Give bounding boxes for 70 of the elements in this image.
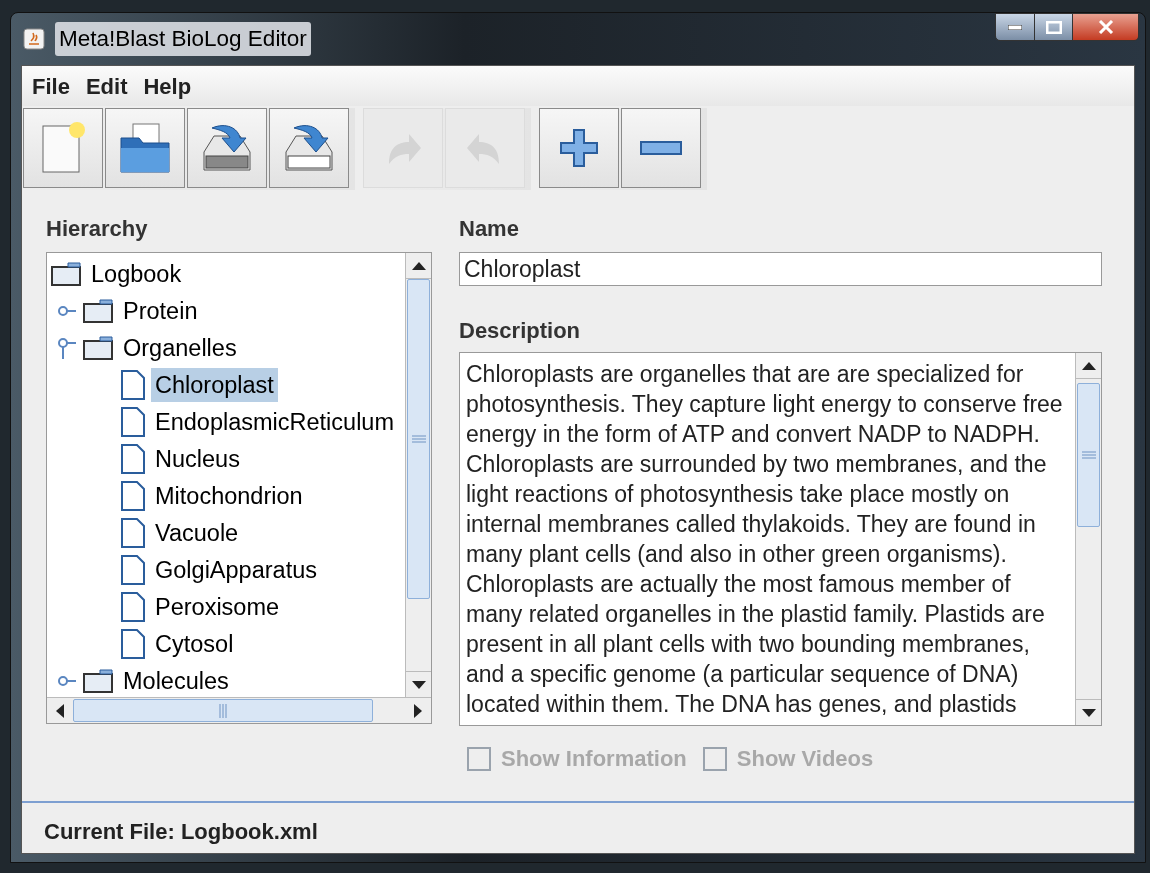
menu-item[interactable]: Edit (85, 69, 128, 103)
collapsed-handle-icon[interactable] (57, 674, 77, 687)
expanded-handle-icon[interactable] (57, 336, 77, 359)
menu-item[interactable]: File (32, 69, 70, 103)
folder-icon (83, 335, 113, 360)
down-arrow-icon[interactable] (1081, 708, 1096, 717)
vertical-scrollbar[interactable] (405, 253, 431, 697)
checkbox-label: Show Videos (736, 745, 874, 773)
close-button[interactable] (1073, 13, 1139, 41)
tree-item[interactable]: Protein (119, 293, 202, 328)
scroll-thumb[interactable] (1077, 383, 1100, 527)
toolbar-button[interactable] (187, 108, 267, 188)
document-icon (121, 554, 145, 585)
window-title: Meta!Blast BioLog Editor (55, 22, 311, 56)
menu-item[interactable]: Help (143, 69, 192, 103)
document-icon (121, 406, 145, 437)
document-icon (121, 517, 145, 548)
minus-icon (640, 141, 682, 155)
grip-icon (411, 435, 426, 443)
tree-item[interactable]: GolgiApparatus (151, 552, 321, 587)
close-icon (1097, 20, 1114, 34)
folder-icon (51, 261, 81, 286)
tree-item[interactable]: Logbook (87, 256, 186, 291)
horizontal-scrollbar[interactable] (47, 697, 431, 723)
checkbox-label: Show Information (501, 745, 687, 773)
toolbar-button[interactable] (23, 108, 103, 188)
toolbar-button[interactable] (539, 108, 619, 188)
minimize-icon (1008, 24, 1022, 30)
maximize-icon (1045, 20, 1062, 34)
tree-item[interactable]: Molecules (119, 663, 233, 697)
document-icon (121, 443, 145, 474)
toolbar-button[interactable] (269, 108, 349, 188)
app-icon (23, 28, 45, 50)
right-arrow-icon[interactable] (414, 703, 422, 718)
name-label: Name (459, 215, 520, 243)
tree-item[interactable]: Mitochondrion (151, 478, 307, 513)
scroll-thumb[interactable] (73, 699, 373, 722)
folder-icon (83, 668, 113, 693)
document-icon (121, 628, 145, 659)
tree-item[interactable]: Chloroplast (151, 367, 278, 402)
status-text: Current File: Logbook.xml (44, 817, 318, 846)
up-arrow-icon[interactable] (1081, 361, 1096, 370)
grip-icon (219, 703, 227, 718)
grip-icon (1081, 451, 1096, 459)
tree-item[interactable]: Nucleus (151, 441, 244, 476)
name-field[interactable]: Chloroplast (459, 252, 1102, 286)
up-arrow-icon[interactable] (411, 261, 426, 270)
hierarchy-label: Hierarchy (46, 215, 149, 243)
description-text: Chloroplasts are organelles that are are specialized for photosynthesis. They capture light energy to conserve free energy in the form of ATP and convert NADP to NADPH. Chloroplasts are surrounded by two membranes, and the light reactions of photosynthesis take place mostly on internal membranes called thylakoids. They are found in many plant cells (and also in other green organisms). Chloroplasts are actually the most famous member of many related organelles in the plastid family. Plastids are present in all plant cells with two bounding membranes, and a specific genome (a particular sequence of DNA) located within them. The DNA has genes, and plastids (466, 360, 1064, 719)
description-label: Description (459, 317, 582, 345)
tree-item[interactable]: Vacuole (151, 515, 243, 550)
tree-item[interactable]: Cytosol (151, 626, 238, 661)
collapsed-handle-icon[interactable] (57, 304, 77, 317)
tree-item[interactable]: Organelles (119, 330, 241, 365)
down-arrow-icon[interactable] (411, 680, 426, 689)
document-icon (121, 480, 145, 511)
toolbar-button[interactable] (105, 108, 185, 188)
left-arrow-icon[interactable] (56, 703, 64, 718)
folder-icon (83, 298, 113, 323)
maximize-button[interactable] (1035, 13, 1073, 41)
plus-icon (559, 128, 599, 168)
toolbar-button[interactable] (621, 108, 701, 188)
minimize-button[interactable] (995, 13, 1035, 41)
document-icon (121, 369, 145, 400)
document-icon (121, 591, 145, 622)
tree-item[interactable]: Peroxisome (151, 589, 284, 624)
scroll-thumb[interactable] (407, 279, 430, 599)
tree-item[interactable]: EndoplasmicReticulum (151, 404, 399, 439)
vertical-scrollbar[interactable] (1075, 353, 1101, 725)
folder-icon (117, 120, 173, 176)
